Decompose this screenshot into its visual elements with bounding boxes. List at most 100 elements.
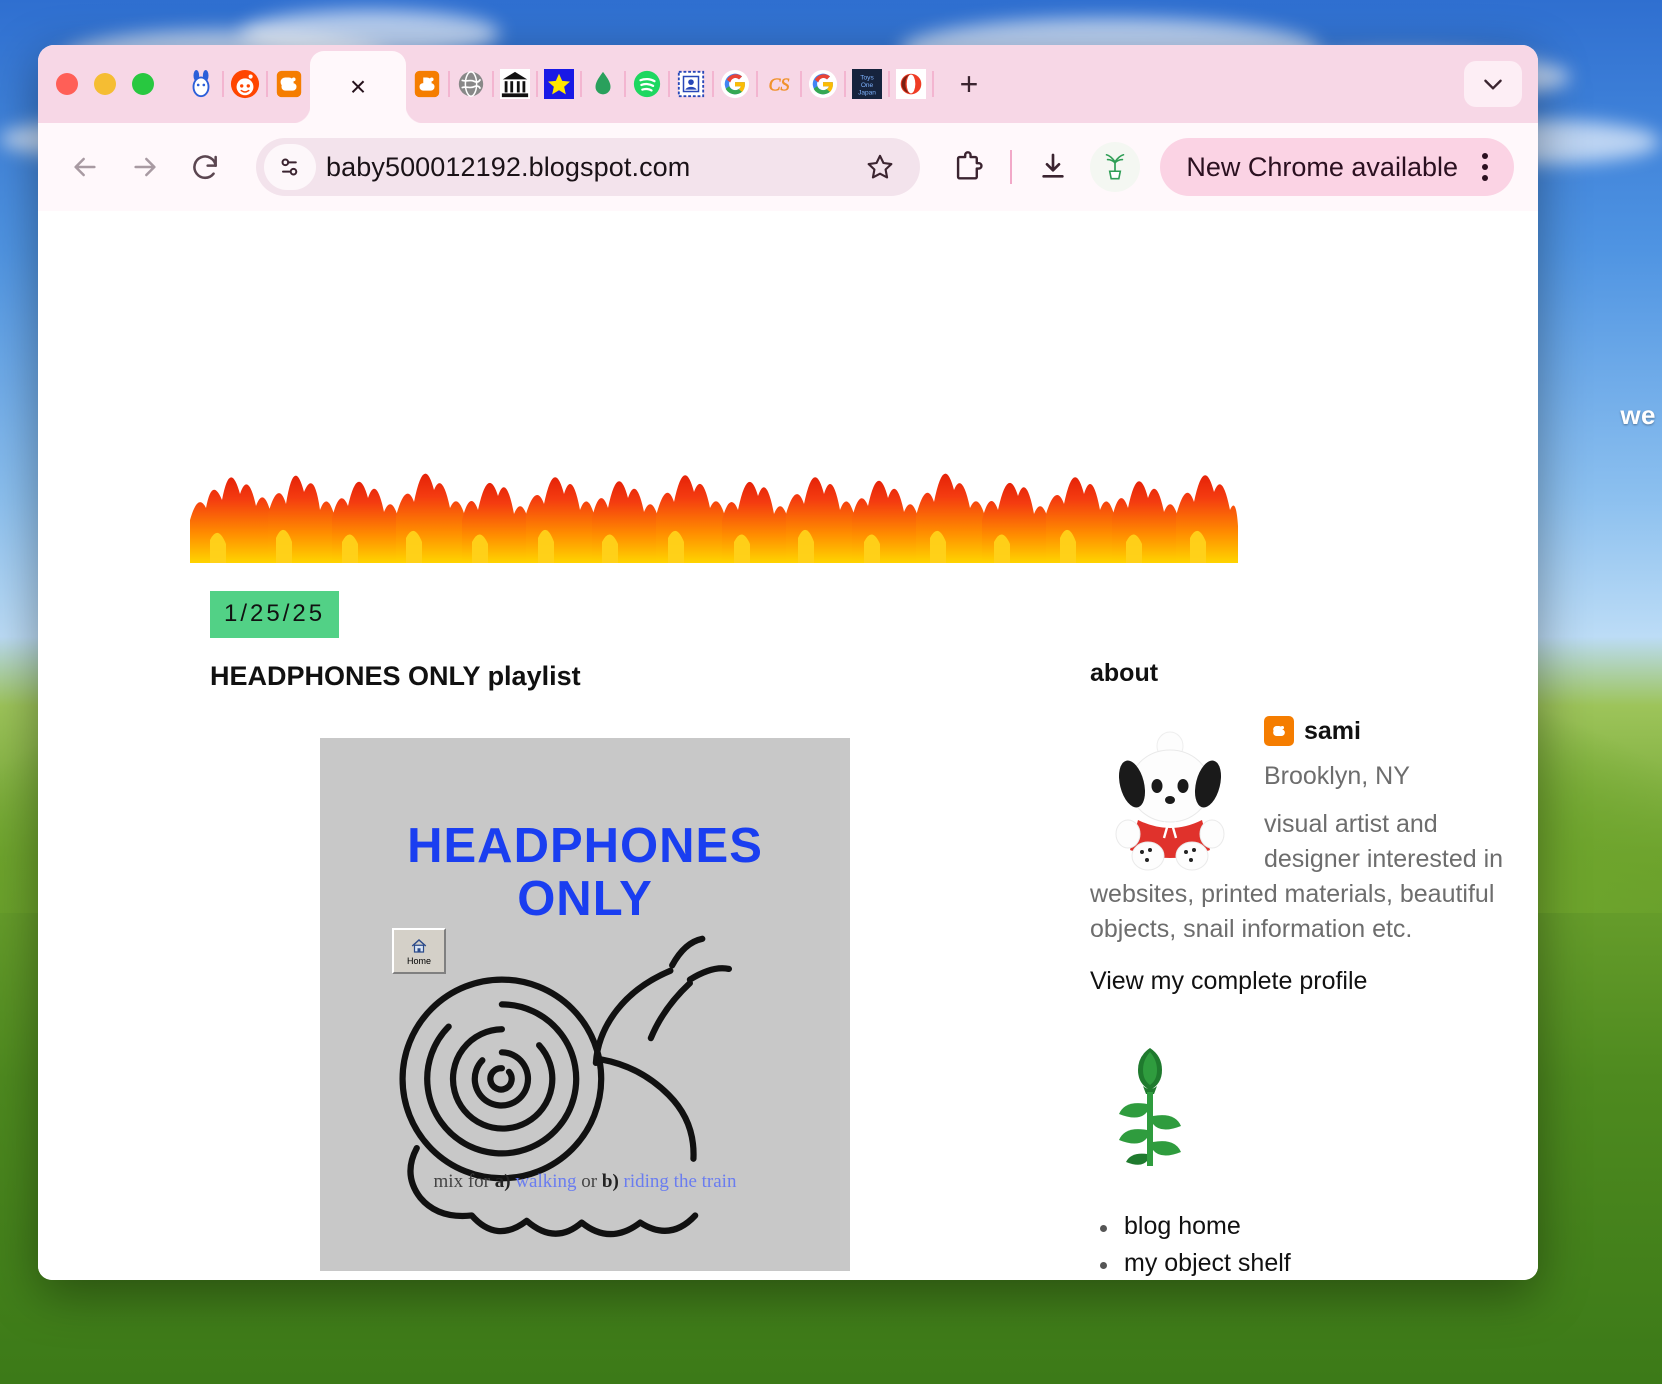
- extensions-button[interactable]: [940, 140, 996, 194]
- caption-option-a: a): [494, 1171, 511, 1192]
- profile-username[interactable]: sami: [1304, 717, 1361, 746]
- cs-favicon: CS: [768, 74, 790, 95]
- browser-window: × CS Toys One Japan + baby500012192.blog…: [38, 45, 1538, 1280]
- star-favicon: [544, 69, 574, 99]
- globe-favicon: [458, 71, 484, 97]
- bookmark-button[interactable]: [854, 144, 906, 190]
- view-complete-profile-link[interactable]: View my complete profile: [1090, 967, 1510, 996]
- tab-separator: [932, 71, 934, 97]
- page-content: 1/25/25 HEADPHONES ONLY playlist HEADPHO…: [38, 211, 1538, 1280]
- reddit-favicon: [230, 69, 260, 99]
- bank-favicon: [500, 69, 530, 99]
- tune-icon: [281, 158, 298, 176]
- reload-button[interactable]: [178, 140, 232, 194]
- arrow-left-icon: [74, 157, 96, 177]
- svg-text:One: One: [861, 82, 874, 89]
- kebab-dot: [1482, 175, 1488, 181]
- browser-toolbar: baby500012192.blogspot.com New Chrome av…: [38, 123, 1538, 211]
- tab-active-blogspot[interactable]: ×: [310, 51, 406, 123]
- sidebar-heading-about: about: [1090, 659, 1159, 687]
- tab-search-button[interactable]: [1464, 61, 1522, 107]
- sidebar-links-list: blog home my object shelf special.fish i…: [1090, 1212, 1510, 1280]
- new-tab-button[interactable]: +: [946, 61, 992, 107]
- arrow-right-icon: [134, 157, 156, 177]
- back-button[interactable]: [58, 140, 112, 194]
- caption-prefix: mix for: [433, 1171, 495, 1192]
- blogger-icon: [1264, 716, 1294, 746]
- tab-blogger-2[interactable]: [406, 45, 448, 123]
- chrome-menu-button[interactable]: [1468, 153, 1502, 181]
- tab-spotify[interactable]: [626, 45, 668, 123]
- google-favicon: [808, 69, 838, 99]
- forward-button[interactable]: [118, 140, 172, 194]
- update-chrome-label: New Chrome available: [1186, 151, 1458, 182]
- caption-walking-link[interactable]: walking: [511, 1171, 582, 1192]
- tab-cs[interactable]: CS: [758, 45, 800, 123]
- reload-icon: [193, 155, 217, 180]
- sidebar-link-blog-home[interactable]: blog home: [1090, 1212, 1510, 1241]
- tab-google[interactable]: [714, 45, 756, 123]
- svg-text:CS: CS: [769, 75, 790, 95]
- tab-leaf[interactable]: [582, 45, 624, 123]
- rose-pixel-graphic: [1119, 1048, 1181, 1166]
- tab-toys-one-japan[interactable]: Toys One Japan: [846, 45, 888, 123]
- tab-bunny[interactable]: [180, 45, 222, 123]
- pochacco-plush-photo: [1090, 724, 1250, 874]
- tab-reddit[interactable]: [224, 45, 266, 123]
- profile-name-row: sami: [1264, 716, 1510, 746]
- minimize-window-button[interactable]: [94, 73, 116, 95]
- post-column: 1/25/25 HEADPHONES ONLY playlist HEADPHO…: [210, 591, 970, 1280]
- tab-star[interactable]: [538, 45, 580, 123]
- maximize-window-button[interactable]: [132, 73, 154, 95]
- profile-avatar-button[interactable]: [1090, 142, 1141, 192]
- leaf-favicon: [595, 71, 611, 95]
- close-window-button[interactable]: [56, 73, 78, 95]
- plant-avatar-icon: [1106, 153, 1125, 180]
- blogger-favicon: [414, 70, 440, 98]
- page-columns: 1/25/25 HEADPHONES ONLY playlist HEADPHO…: [38, 591, 1538, 1280]
- close-icon[interactable]: ×: [350, 73, 366, 101]
- cover-title: HEADPHONES ONLY: [320, 820, 850, 926]
- tab-stamp[interactable]: [670, 45, 712, 123]
- bunny-favicon: [192, 69, 210, 98]
- kebab-dot: [1482, 164, 1488, 170]
- kebab-dot: [1482, 153, 1488, 159]
- caption-option-b: b): [601, 1171, 619, 1192]
- spotify-favicon: [633, 70, 661, 98]
- chevron-down-icon: [1484, 79, 1502, 90]
- tab-google-2[interactable]: [802, 45, 844, 123]
- url-text[interactable]: baby500012192.blogspot.com: [326, 152, 844, 183]
- svg-text:Japan: Japan: [858, 89, 876, 96]
- cover-caption: mix for a) walking or b) riding the trai…: [320, 1171, 850, 1193]
- toys-one-japan-favicon: Toys One Japan: [852, 69, 882, 99]
- profile-block: sami Brooklyn, NY visual artist and desi…: [1090, 716, 1510, 996]
- update-chrome-button[interactable]: New Chrome available: [1160, 138, 1514, 196]
- post-title: HEADPHONES ONLY playlist: [210, 661, 581, 691]
- svg-text:Toys: Toys: [860, 74, 874, 81]
- tab-bank[interactable]: [494, 45, 536, 123]
- downloads-button[interactable]: [1026, 140, 1080, 194]
- caption-or: or: [581, 1171, 602, 1192]
- tab-globe[interactable]: [450, 45, 492, 123]
- stamp-favicon: [677, 70, 705, 98]
- desktop-edge-text: we: [1620, 400, 1656, 430]
- google-favicon: [720, 69, 750, 99]
- cover-title-line2: ONLY: [517, 871, 653, 926]
- site-settings-button[interactable]: [264, 144, 316, 190]
- flames-divider-banner: [190, 473, 1238, 563]
- toolbar-separator: [1010, 150, 1013, 184]
- puzzle-icon: [957, 151, 983, 180]
- download-icon: [1042, 153, 1065, 178]
- snail-drawing: [399, 935, 733, 1238]
- address-bar[interactable]: baby500012192.blogspot.com: [256, 138, 921, 196]
- tab-list: × CS Toys One Japan +: [180, 45, 1464, 123]
- star-icon: [867, 154, 893, 179]
- post-date-badge: 1/25/25: [210, 591, 340, 638]
- sidebar: about sami Brooklyn, NY visual artist an…: [1090, 591, 1510, 1280]
- tab-opera[interactable]: [890, 45, 932, 123]
- playlist-cover-image[interactable]: HEADPHONES ONLY Home mix for a) walking …: [320, 738, 850, 1271]
- sidebar-link-my-object-shelf[interactable]: my object shelf: [1090, 1249, 1510, 1278]
- blogger-favicon: [276, 70, 302, 98]
- caption-train-link[interactable]: riding the train: [619, 1171, 737, 1192]
- opera-favicon: [896, 69, 926, 99]
